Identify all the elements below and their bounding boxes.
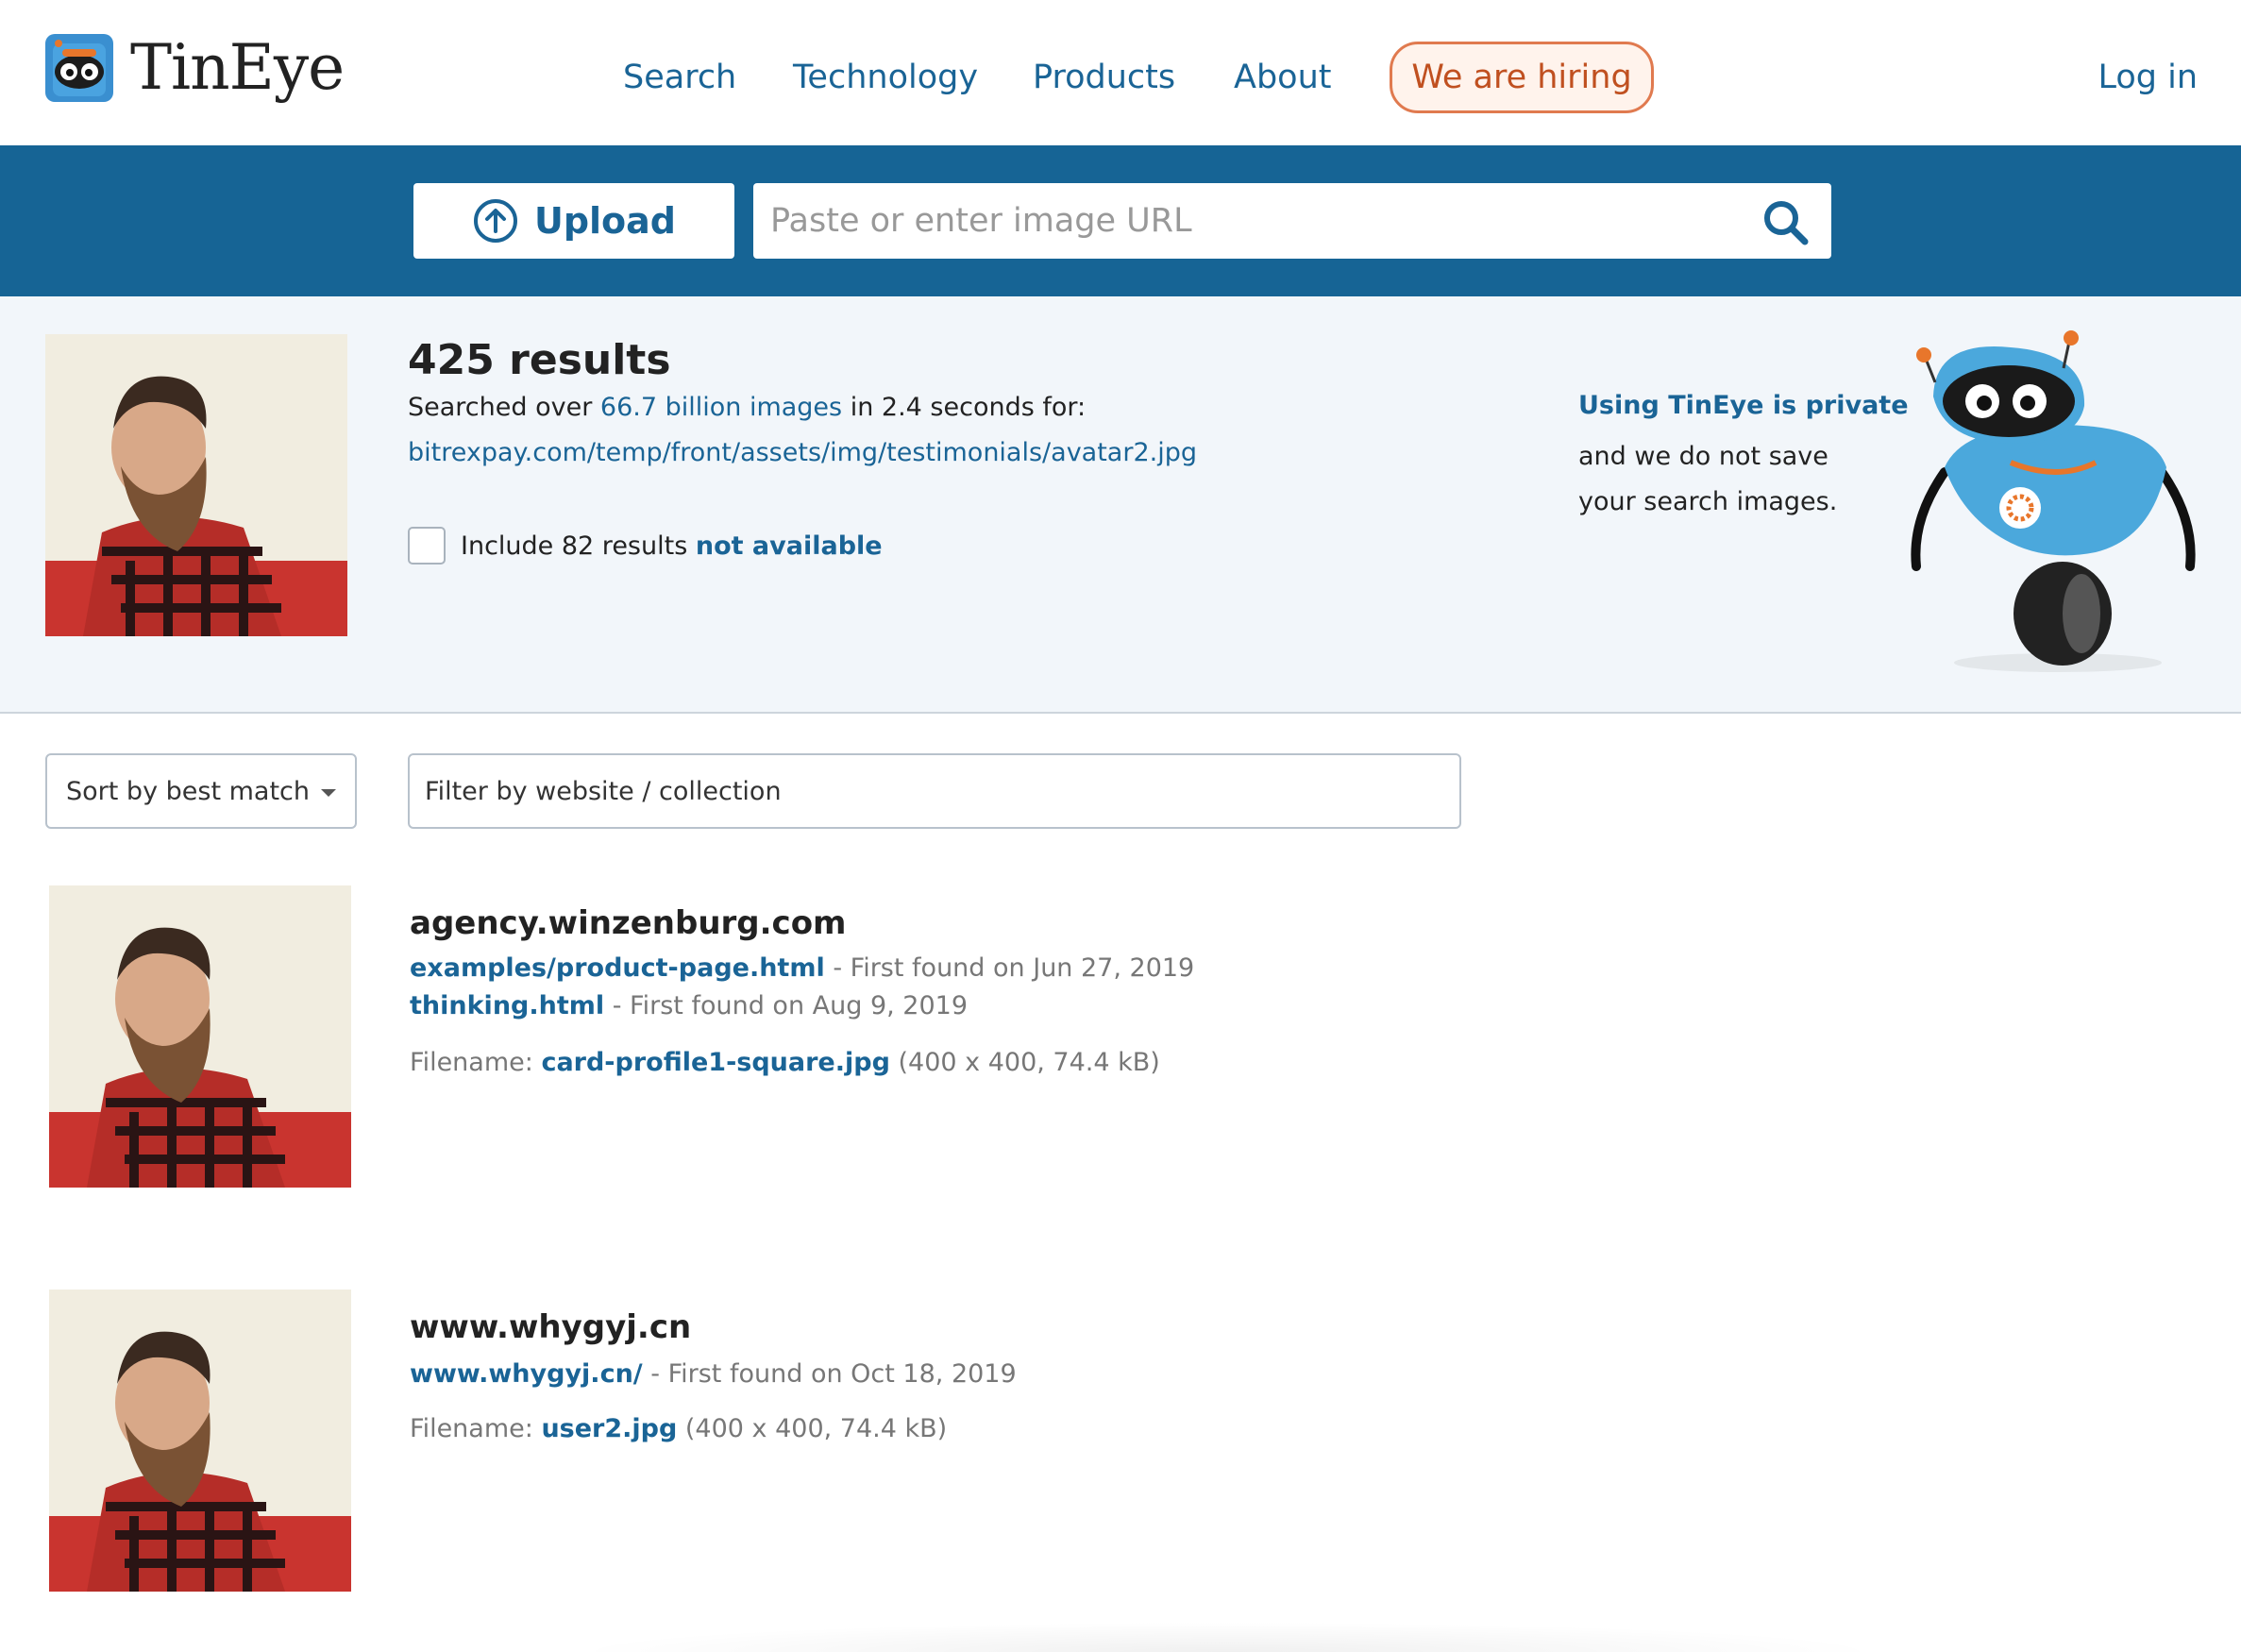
nav-about[interactable]: About: [1234, 53, 1331, 102]
match-line: www.whygyj.cn/ - First found on Oct 18, …: [410, 1359, 1017, 1389]
sort-select[interactable]: Sort by best match: [45, 753, 357, 829]
not-available-link[interactable]: not available: [696, 531, 883, 561]
site-header: TinEye Search Technology Products About …: [0, 0, 2241, 145]
filename-label: Filename:: [410, 1048, 542, 1077]
match-line: examples/product-page.html - First found…: [410, 953, 1194, 983]
result-domain: www.whygyj.cn: [410, 1308, 692, 1346]
query-image-thumbnail[interactable]: [45, 334, 347, 636]
page-bottom-shadow: [566, 1622, 1888, 1652]
login-link[interactable]: Log in: [2098, 53, 2198, 102]
we-are-hiring-button[interactable]: We are hiring: [1390, 42, 1654, 113]
nav-technology[interactable]: Technology: [793, 53, 978, 102]
results-count: 425 results: [408, 336, 671, 384]
upload-label: Upload: [533, 200, 677, 242]
searched-prefix: Searched over: [408, 393, 600, 422]
filename-line: Filename: card-profile1-square.jpg (400 …: [410, 1048, 1160, 1077]
match-page-link[interactable]: thinking.html: [410, 991, 604, 1020]
privacy-link[interactable]: Using TinEye is private: [1578, 391, 1909, 420]
upload-button[interactable]: Upload: [413, 183, 734, 259]
result-domain: agency.winzenburg.com: [410, 904, 847, 942]
filename-label: Filename:: [410, 1414, 542, 1443]
filename-link[interactable]: card-profile1-square.jpg: [541, 1048, 889, 1077]
result-thumbnail[interactable]: [49, 885, 351, 1188]
match-line: thinking.html - First found on Aug 9, 20…: [410, 991, 968, 1020]
url-search-box: [753, 183, 1831, 259]
filter-website-input[interactable]: [408, 753, 1461, 829]
privacy-text: and we do not save your search images.: [1578, 442, 1838, 516]
match-page-link[interactable]: examples/product-page.html: [410, 953, 825, 983]
result-item: agency.winzenburg.com examples/product-p…: [0, 885, 2241, 1197]
logo-text: TinEye: [130, 31, 345, 104]
filename-link[interactable]: user2.jpg: [541, 1414, 677, 1443]
caret-down-icon: [321, 789, 336, 797]
results-summary: 425 results Searched over 66.7 billion i…: [0, 296, 2241, 714]
result-item: www.whygyj.cn www.whygyj.cn/ - First fou…: [0, 1290, 2241, 1601]
first-found-text: - First found on Aug 9, 2019: [604, 991, 968, 1020]
include-label: Include 82 results: [461, 531, 688, 561]
filename-line: Filename: user2.jpg (400 x 400, 74.4 kB): [410, 1414, 947, 1443]
first-found-text: - First found on Oct 18, 2019: [642, 1359, 1017, 1389]
first-found-text: - First found on Jun 27, 2019: [824, 953, 1195, 983]
search-bar: Upload: [0, 145, 2241, 296]
searched-suffix: in 2.4 seconds for:: [842, 393, 1087, 422]
include-unavailable-row: Include 82 results not available: [408, 527, 883, 565]
match-page-link[interactable]: www.whygyj.cn/: [410, 1359, 643, 1389]
robot-logo-icon: [45, 34, 113, 102]
billion-images-link[interactable]: 66.7 billion images: [600, 393, 842, 422]
query-url-link[interactable]: bitrexpay.com/temp/front/assets/img/test…: [408, 438, 1197, 467]
upload-arrow-icon: [473, 199, 517, 243]
search-icon[interactable]: [1761, 198, 1811, 247]
include-unavailable-checkbox[interactable]: [408, 527, 446, 565]
searched-info: Searched over 66.7 billion images in 2.4…: [408, 393, 1086, 422]
robot-mascot-icon: [1911, 330, 2196, 672]
tineye-logo[interactable]: TinEye: [45, 31, 345, 104]
file-info: (400 x 400, 74.4 kB): [677, 1414, 948, 1443]
sort-label: Sort by best match: [66, 776, 311, 806]
file-info: (400 x 400, 74.4 kB): [889, 1048, 1160, 1077]
nav-search[interactable]: Search: [623, 53, 736, 102]
image-url-input[interactable]: [770, 183, 1733, 259]
nav-products[interactable]: Products: [1033, 53, 1175, 102]
result-thumbnail[interactable]: [49, 1290, 351, 1592]
